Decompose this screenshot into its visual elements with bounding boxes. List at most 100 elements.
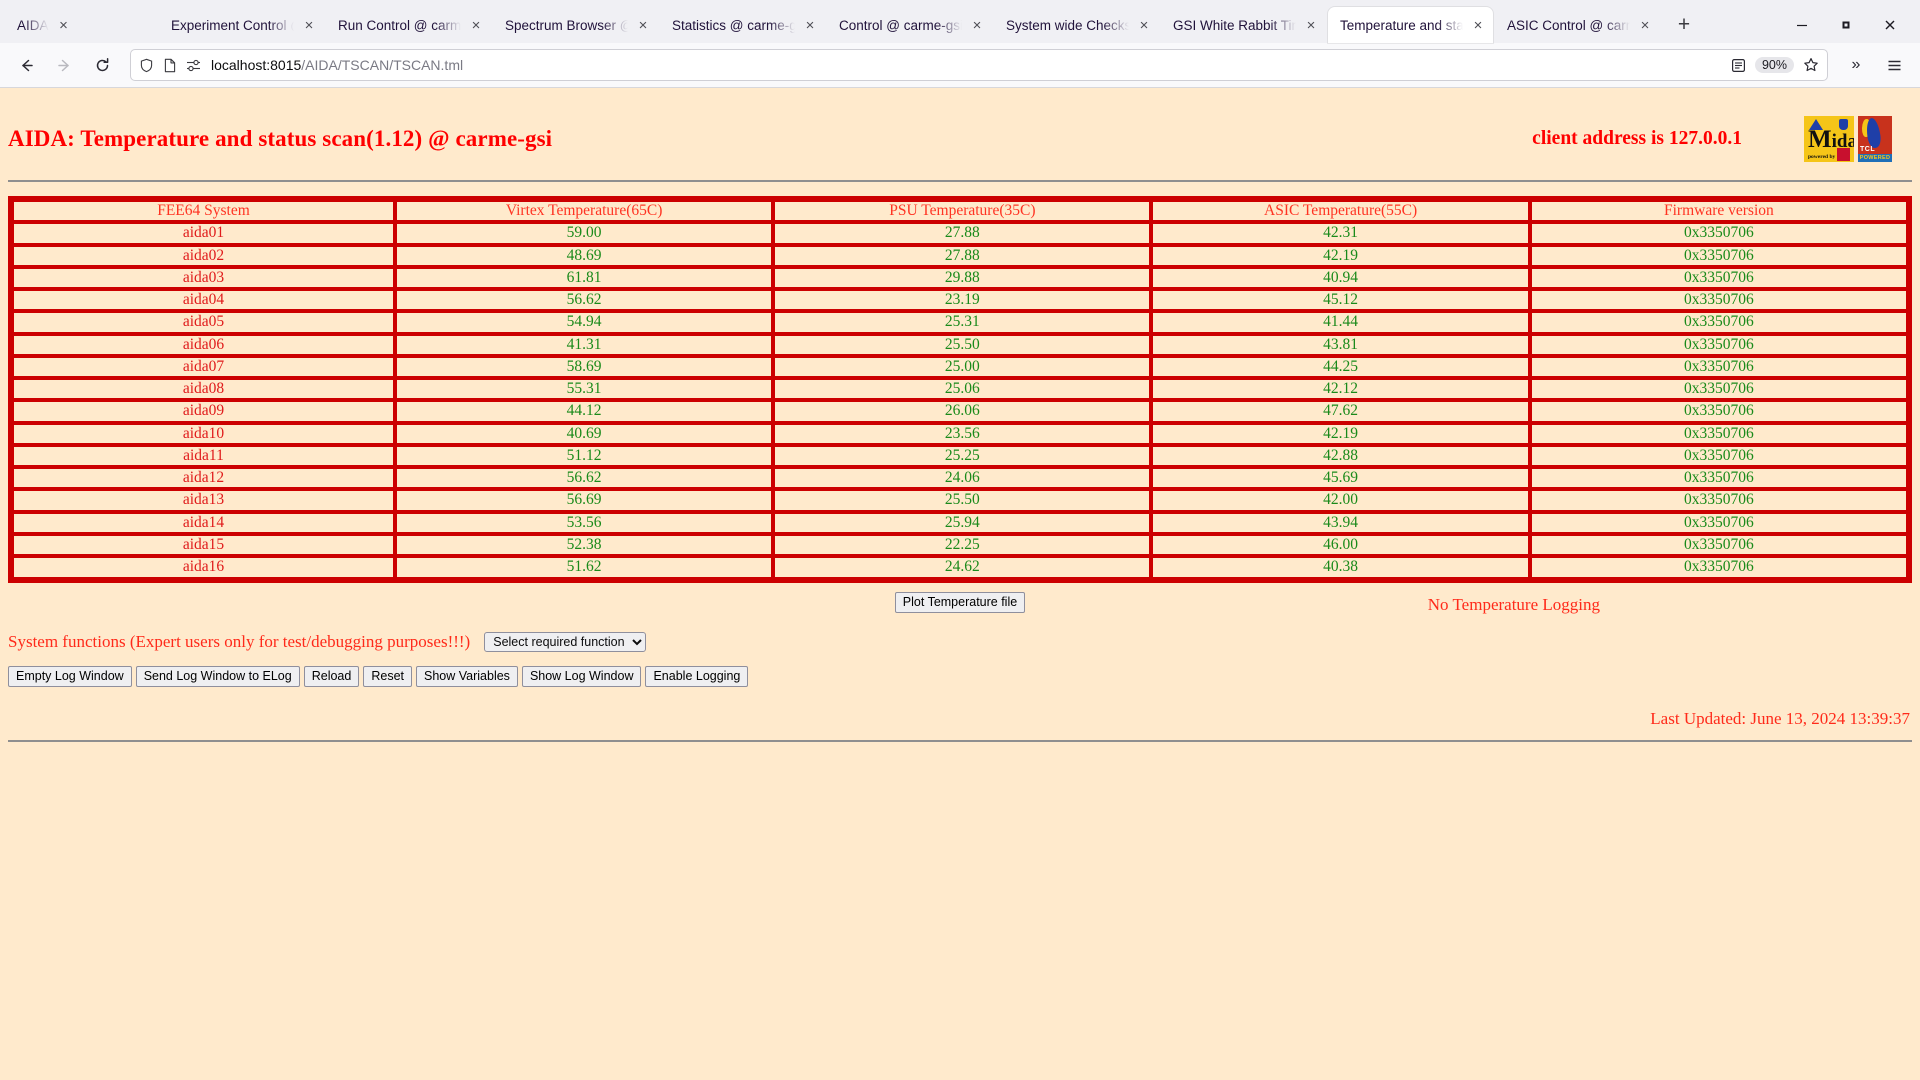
last-updated-text: Last Updated: June 13, 2024 13:39:37 [1650,709,1910,729]
table-row: aida10 40.69 23.56 42.19 0x3350706 [12,422,1908,445]
cell-virtex: 53.56 [394,511,774,534]
zoom-level-badge[interactable]: 90% [1754,57,1794,73]
reload-icon[interactable] [84,49,120,81]
tcl-wordmark: TCL [1860,146,1876,153]
show-log-window-button[interactable]: Show Log Window [521,665,642,688]
window-controls [1780,7,1916,43]
tab-label: Temperature and status scan [1340,17,1463,33]
page-header: AIDA: Temperature and status scan(1.12) … [0,88,1920,162]
page-title: AIDA: Temperature and status scan(1.12) … [8,126,553,151]
cell-firmware: 0x3350706 [1529,444,1908,468]
cell-virtex: 61.81 [394,266,774,290]
window-close-icon[interactable] [1868,8,1912,42]
table-row: aida05 54.94 25.31 41.44 0x3350706 [12,311,1908,334]
cell-system: aida10 [12,422,395,445]
cell-asic: 42.00 [1151,489,1530,512]
tab-label: ASIC Control @ carme-gsi [1507,17,1630,33]
cell-firmware: 0x3350706 [1529,511,1908,534]
tab-close-icon[interactable]: × [1636,16,1654,34]
tab-close-icon[interactable]: × [968,16,986,34]
cell-firmware: 0x3350706 [1529,266,1908,290]
browser-chrome: AIDA × Experiment Control @ carme-gsi × … [0,0,1920,88]
browser-tab-9-active[interactable]: Temperature and status scan × [1328,7,1493,43]
cell-asic: 46.00 [1151,533,1530,557]
cell-psu: 23.56 [773,422,1152,445]
cell-asic: 40.38 [1151,556,1530,579]
temperature-scan-table: FEE64 System Virtex Temperature(65C) PSU… [8,196,1912,583]
tab-label: Run Control @ carme-gsi [338,17,461,33]
table-row: aida07 58.69 25.00 44.25 0x3350706 [12,355,1908,379]
table-row: aida15 52.38 22.25 46.00 0x3350706 [12,533,1908,557]
window-minimize-icon[interactable] [1780,8,1824,42]
reset-button[interactable]: Reset [363,665,412,688]
column-header-firmware: Firmware version [1529,200,1908,223]
browser-tab-6[interactable]: Control @ carme-gsi × [827,7,992,43]
app-menu-icon[interactable] [1876,49,1912,81]
show-variables-button[interactable]: Show Variables [416,665,518,688]
browser-tab-5[interactable]: Statistics @ carme-gsi × [660,7,825,43]
cell-system: aida08 [12,378,395,401]
table-row: aida04 56.62 23.19 45.12 0x3350706 [12,289,1908,312]
back-icon[interactable] [8,49,44,81]
tab-close-icon[interactable]: × [467,16,485,34]
address-bar[interactable]: localhost:8015/AIDA/TSCAN/TSCAN.tml 90% [130,49,1828,81]
send-log-window-to-elog-button[interactable]: Send Log Window to ELog [135,665,300,688]
address-bar-actions: 90% [1731,57,1819,73]
cell-psu: 29.88 [773,266,1152,290]
browser-tab-4[interactable]: Spectrum Browser @ carme-gsi × [493,7,658,43]
cell-asic: 47.62 [1151,400,1530,423]
cell-virtex: 59.00 [394,222,774,245]
browser-tab-10[interactable]: ASIC Control @ carme-gsi × [1495,7,1660,43]
forward-icon[interactable] [46,49,82,81]
cell-system: aida04 [12,289,395,312]
window-maximize-icon[interactable] [1824,8,1868,42]
cell-psu: 25.50 [773,489,1152,512]
table-header-row: FEE64 System Virtex Temperature(65C) PSU… [12,200,1908,223]
tab-close-icon[interactable]: × [634,16,652,34]
midas-red-box-shape [1837,148,1850,161]
cell-asic: 42.19 [1151,244,1530,267]
page-content: AIDA: Temperature and status scan(1.12) … [0,88,1920,1080]
tab-close-icon[interactable]: × [1469,16,1487,34]
tab-label: System wide Checks (carme-gsi) [1006,17,1129,33]
cell-virtex: 51.62 [394,556,774,579]
toolbar-overflow-icon[interactable]: » [1838,49,1874,81]
url-path: /AIDA/TSCAN/TSCAN.tml [301,57,464,73]
enable-logging-button[interactable]: Enable Logging [645,665,749,688]
tab-close-icon[interactable]: × [300,16,318,34]
column-header-fee64: FEE64 System [12,200,395,223]
tab-close-icon[interactable]: × [1135,16,1153,34]
browser-tab-8[interactable]: GSI White Rabbit Time × [1161,7,1326,43]
logo-group: Midas powered by TCL POWERED [1804,116,1892,162]
tab-close-icon[interactable]: × [801,16,819,34]
cell-virtex: 44.12 [394,400,774,423]
table-row: aida08 55.31 25.06 42.12 0x3350706 [12,378,1908,401]
cell-psu: 24.06 [773,467,1152,490]
table-row: aida13 56.69 25.50 42.00 0x3350706 [12,489,1908,512]
function-select[interactable]: Select required function [484,631,647,652]
cell-virtex: 54.94 [394,311,774,334]
cell-system: aida06 [12,333,395,356]
tab-close-icon[interactable]: × [1302,16,1320,34]
browser-tab-2[interactable]: Experiment Control @ carme-gsi × [159,7,324,43]
cell-psu: 27.88 [773,244,1152,267]
table-row: aida01 59.00 27.88 42.31 0x3350706 [12,222,1908,245]
browser-tab-1[interactable]: AIDA × [5,7,157,43]
cell-asic: 45.12 [1151,289,1530,312]
cell-firmware: 0x3350706 [1529,333,1908,356]
client-address-text: client address is 127.0.0.1 [1532,128,1742,149]
empty-log-window-button[interactable]: Empty Log Window [8,665,132,688]
browser-tab-7[interactable]: System wide Checks (carme-gsi) × [994,7,1159,43]
plot-temperature-file-button[interactable]: Plot Temperature file [894,591,1026,614]
cell-asic: 41.44 [1151,311,1530,334]
tab-close-icon[interactable]: × [55,16,73,34]
cell-psu: 25.94 [773,511,1152,534]
browser-tab-3[interactable]: Run Control @ carme-gsi × [326,7,491,43]
reload-button[interactable]: Reload [303,665,360,688]
tab-label: GSI White Rabbit Time [1173,17,1296,33]
cell-psu: 26.06 [773,400,1152,423]
new-tab-button[interactable]: + [1667,8,1701,42]
cell-firmware: 0x3350706 [1529,222,1908,245]
cell-system: aida09 [12,400,395,423]
url-text: localhost:8015/AIDA/TSCAN/TSCAN.tml [211,57,463,73]
